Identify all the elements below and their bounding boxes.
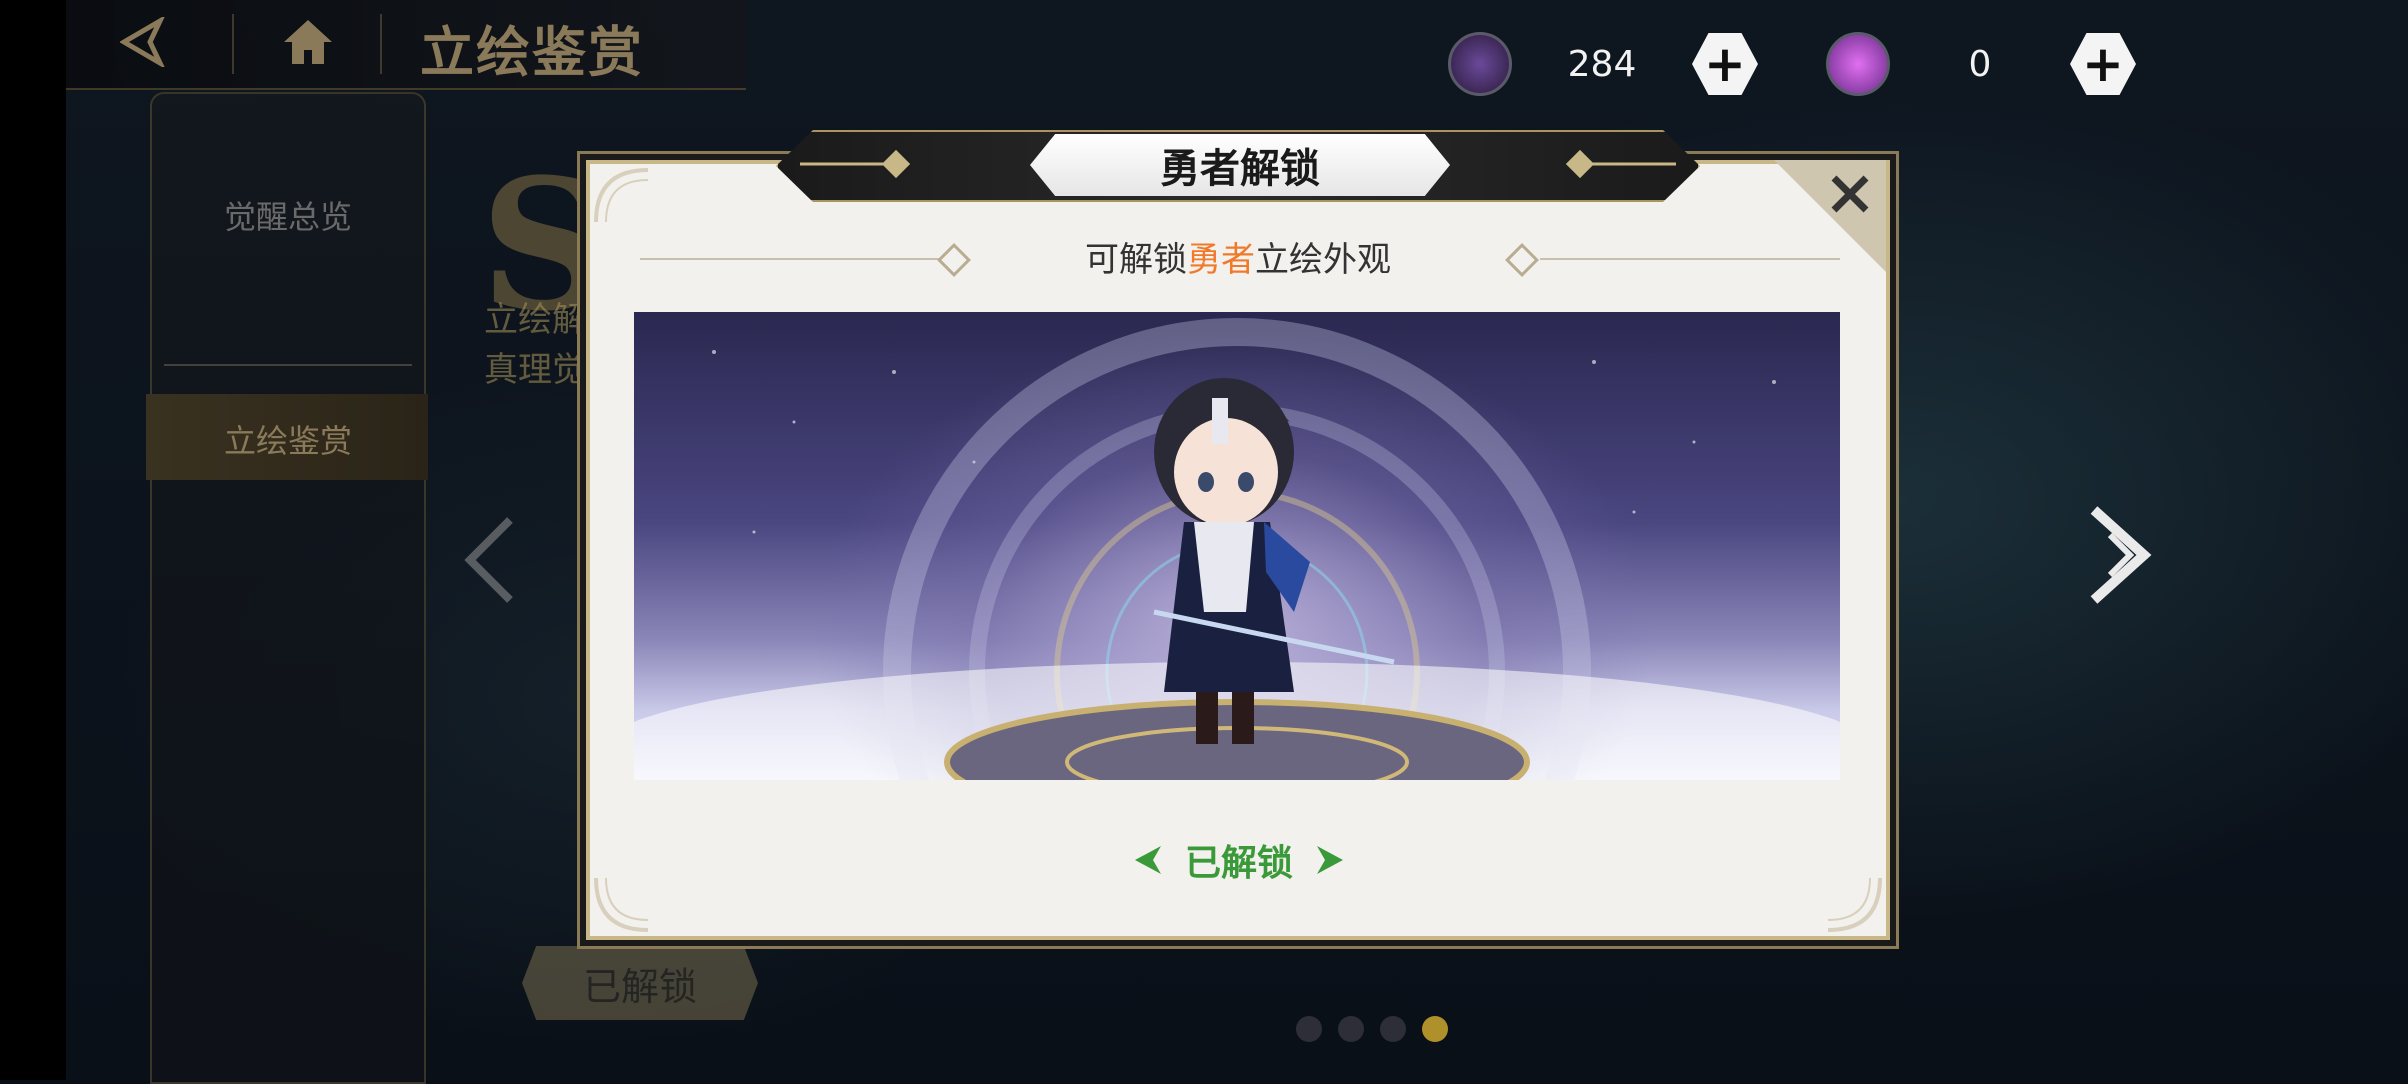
purple-orb-icon: [1826, 32, 1890, 96]
currency-orb: 0 +: [1826, 28, 2136, 100]
add-crystal-button[interactable]: +: [1692, 33, 1758, 95]
previous-arrow-icon[interactable]: [460, 510, 520, 610]
page-dot[interactable]: [1296, 1016, 1322, 1042]
character-artwork: [634, 312, 1840, 780]
home-icon: [284, 20, 332, 64]
modal-subtitle: 可解锁勇者立绘外观: [586, 232, 1890, 281]
back-button[interactable]: [110, 12, 190, 72]
plus-icon: +: [1704, 35, 1746, 93]
pagination-dots: [1296, 1016, 1448, 1042]
sidebar-item-portrait-gallery[interactable]: 立绘鉴赏: [152, 416, 424, 462]
sidebar-item-awaken-overview[interactable]: 觉醒总览: [152, 192, 424, 238]
add-orb-button[interactable]: +: [2070, 33, 2136, 95]
corner-ornament-icon: [1827, 877, 1882, 932]
purple-crystal-icon: [1448, 32, 1512, 96]
arrow-right-ornament-icon: [1134, 846, 1161, 874]
header-ornament-right-icon: [1565, 149, 1676, 179]
arrow-left-ornament-icon: [1317, 846, 1343, 874]
home-button[interactable]: [268, 10, 348, 74]
currency-value: 284: [1567, 43, 1637, 85]
subtitle-highlight: 勇者: [1187, 240, 1255, 280]
subtitle-prefix: 可解锁: [1085, 240, 1187, 280]
clock-background-illustration: [634, 318, 1840, 780]
corner-ornament-icon: [594, 877, 649, 932]
background-subtitle: 立绘解: [484, 300, 586, 340]
currency-value: 0: [1968, 43, 1992, 85]
page-title: 立绘鉴赏: [420, 20, 644, 84]
sidebar-divider: [164, 364, 412, 366]
divider: [232, 14, 234, 74]
currency-crystal: 284 +: [1448, 28, 1758, 100]
subtitle-suffix: 立绘外观: [1255, 240, 1391, 280]
next-arrow-icon[interactable]: [2080, 500, 2160, 610]
sidebar: 觉醒总览 立绘鉴赏: [146, 92, 428, 1084]
plus-icon: +: [2082, 35, 2124, 93]
unlocked-status: 已解锁: [1126, 830, 1352, 890]
page-dot-active[interactable]: [1422, 1016, 1448, 1042]
back-arrow-icon: [120, 17, 165, 67]
left-edge: [0, 0, 66, 1080]
divider: [380, 14, 382, 74]
page-dot[interactable]: [1380, 1016, 1406, 1042]
page-dot[interactable]: [1338, 1016, 1364, 1042]
modal-title: 勇者解锁: [1030, 134, 1450, 196]
corner-ornament-icon: [594, 168, 649, 223]
background-subtitle: 真理觉: [484, 350, 586, 390]
background-unlocked-button[interactable]: 已解锁: [522, 946, 758, 1020]
unlocked-label: 已解锁: [1184, 843, 1293, 884]
header-ornament-left-icon: [800, 149, 911, 179]
